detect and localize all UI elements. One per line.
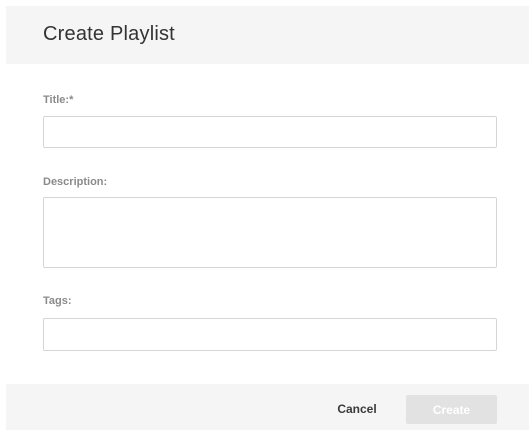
tags-label: Tags: xyxy=(43,295,72,307)
cancel-button[interactable]: Cancel xyxy=(324,398,390,420)
dialog-footer: Cancel Create xyxy=(6,384,529,430)
tags-input[interactable] xyxy=(43,318,497,351)
dialog-header: Create Playlist xyxy=(6,6,529,64)
create-playlist-dialog: Create Playlist Title:* Description: Tag… xyxy=(6,6,529,430)
description-label: Description: xyxy=(43,176,108,188)
create-button[interactable]: Create xyxy=(406,395,497,424)
title-input[interactable] xyxy=(43,116,497,148)
dialog-title: Create Playlist xyxy=(43,23,175,45)
title-label: Title:* xyxy=(43,94,74,106)
description-textarea[interactable] xyxy=(43,197,497,268)
